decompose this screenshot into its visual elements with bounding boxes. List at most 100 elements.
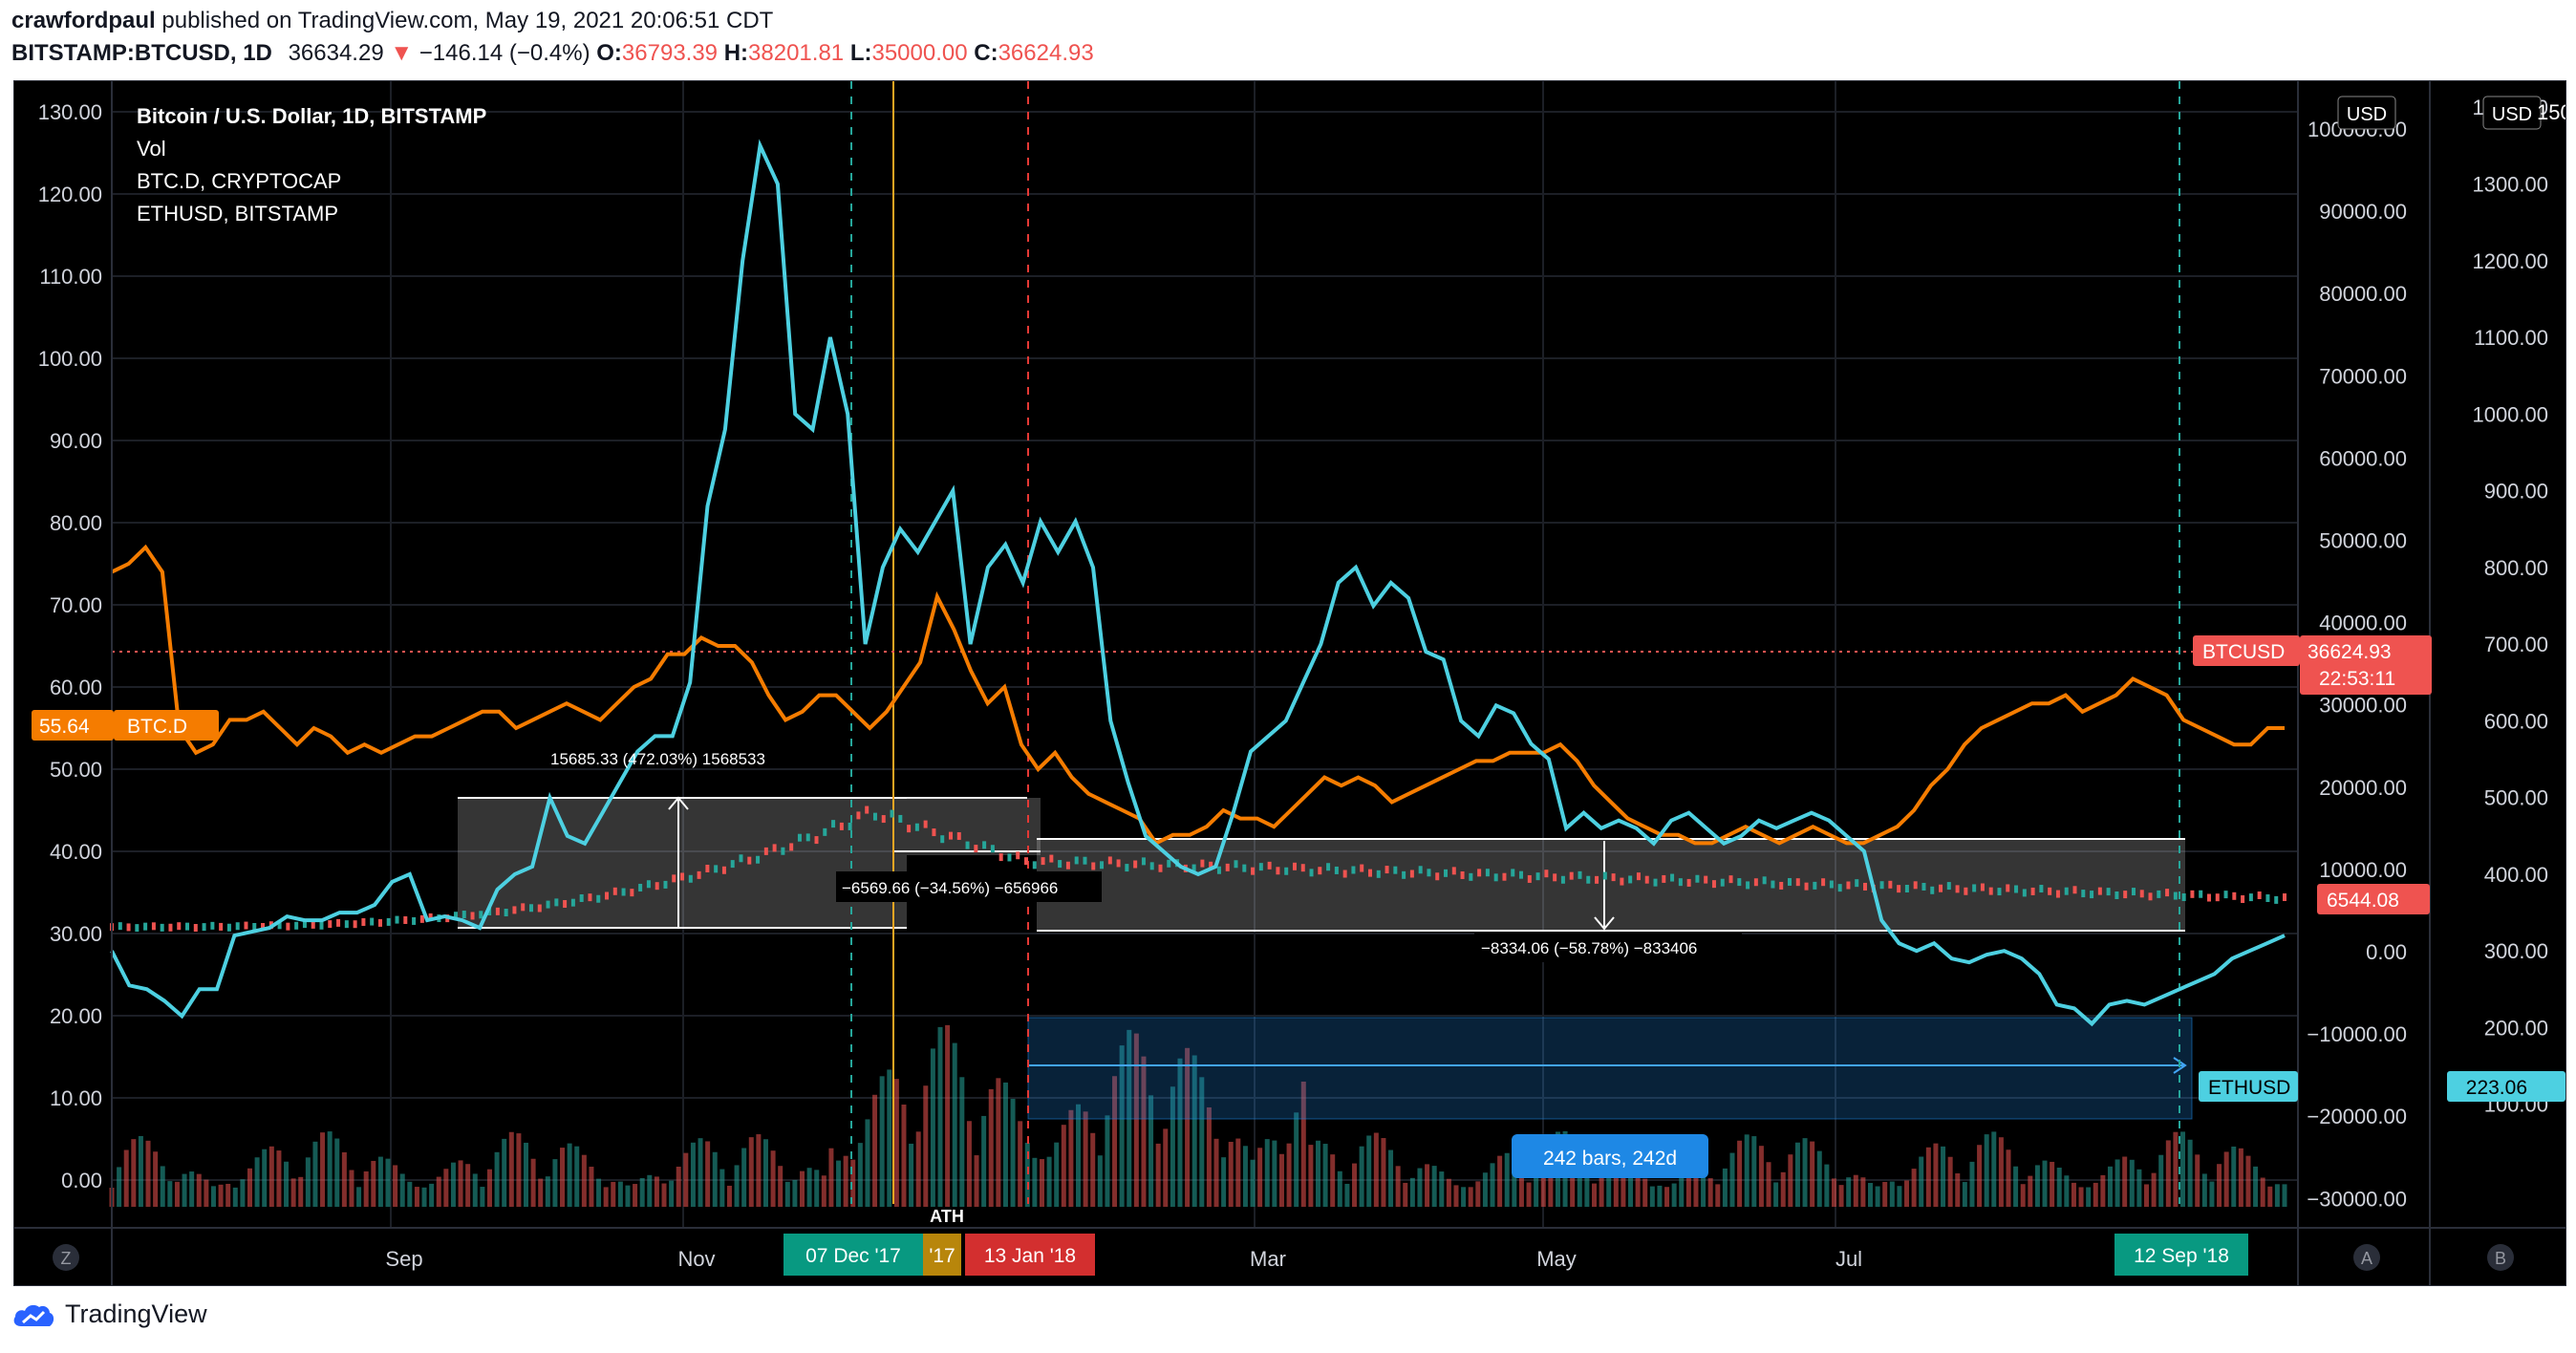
candle — [1711, 880, 1716, 889]
usd-unit-right[interactable]: USD — [2492, 104, 2532, 125]
candle — [1309, 869, 1314, 877]
btcusd-countdown: 22:53:11 — [2319, 668, 2395, 690]
candle — [2190, 890, 2195, 898]
volume-bar — [502, 1138, 507, 1207]
candle — [621, 888, 626, 896]
volume-bar — [123, 1149, 129, 1207]
volume-bar — [341, 1151, 347, 1207]
volume-bar — [276, 1150, 282, 1207]
volume-bar — [828, 1148, 834, 1207]
close-label: C: — [974, 40, 998, 66]
volume-bar — [2086, 1187, 2092, 1207]
volume-bar — [1802, 1138, 1808, 1207]
volume-bar — [1991, 1131, 1997, 1207]
candle — [1746, 881, 1750, 890]
btcd-series-line[interactable] — [111, 544, 2285, 846]
volume-bar — [1002, 1082, 1008, 1207]
volume-bar — [2151, 1172, 2157, 1207]
candle — [848, 822, 852, 830]
legend-eth[interactable]: ETHUSD, BITSTAMP — [137, 202, 338, 226]
volume-bar — [1018, 1121, 1023, 1207]
time-axis[interactable]: Sep Nov Mar May Jul — [385, 1247, 1862, 1271]
right-axis-tick: 1300.00 — [2472, 172, 2548, 196]
zoom-button-label[interactable]: Z — [61, 1249, 72, 1268]
volume-bar — [2223, 1151, 2229, 1207]
tradingview-logo[interactable]: TradingView — [11, 1299, 207, 1329]
measure-box-3[interactable] — [1037, 839, 2185, 931]
candle — [998, 853, 1003, 862]
volume-bar — [1751, 1136, 1757, 1207]
volume-bar — [879, 1076, 885, 1207]
volume-bar — [945, 1024, 951, 1207]
volume-bar — [1461, 1187, 1467, 1207]
volume-bar — [1933, 1143, 1939, 1207]
b-scale-label[interactable]: B — [2495, 1249, 2506, 1268]
ethusd-price-axis[interactable]: 1400.001300.001200.001100.001000.00900.0… — [2472, 96, 2548, 1117]
candle — [814, 836, 819, 845]
candle — [2248, 893, 2253, 902]
volume-bar — [2253, 1166, 2259, 1207]
volume-bar — [1794, 1142, 1800, 1207]
volume-bar — [996, 1078, 1001, 1207]
volume-bar — [1897, 1186, 1902, 1207]
volume-bar — [1446, 1178, 1451, 1207]
candle — [2097, 887, 2102, 895]
time-axis-tick: Sep — [385, 1247, 422, 1271]
btcusd-name-tag: BTCUSD — [2202, 641, 2285, 663]
volume-bar — [1090, 1132, 1096, 1207]
candle — [1216, 866, 1221, 874]
time-axis-tick: May — [1536, 1247, 1577, 1271]
measure-box-1[interactable] — [458, 798, 907, 928]
volume-bar — [1366, 1135, 1372, 1207]
volume-bar — [545, 1176, 550, 1207]
left-price-axis[interactable]: 130.00 120.00 110.00 100.00 90.00 80.00 70.00 6… — [38, 100, 102, 1192]
usd-unit-mid[interactable]: USD — [2347, 104, 2387, 125]
legend-main[interactable]: Bitcoin / U.S. Dollar, 1D, BITSTAMP — [137, 104, 486, 128]
volume-bar — [254, 1157, 260, 1207]
candle — [756, 855, 761, 864]
volume-bar — [1359, 1146, 1364, 1207]
volume-bar — [1163, 1128, 1169, 1207]
volume-bar — [1788, 1154, 1793, 1207]
legend-vol[interactable]: Vol — [137, 137, 166, 161]
volume-bar — [1242, 1146, 1248, 1207]
candle — [2241, 895, 2245, 904]
author-name[interactable]: crawfordpaul — [11, 8, 156, 33]
volume-bar — [2274, 1184, 2280, 1207]
chart-canvas[interactable]: 15685.33 (472.03%) 1568533 −6569.66 (−34… — [14, 81, 2565, 1285]
candle — [126, 923, 131, 932]
candle — [805, 833, 810, 842]
volume-bar — [138, 1135, 143, 1207]
volume-bar — [1315, 1140, 1320, 1207]
right-axis-top-partial: 1500 — [2537, 100, 2565, 124]
volume-bar — [1715, 1184, 1721, 1207]
volume-bar — [567, 1143, 572, 1207]
candle — [151, 922, 156, 931]
volume-bar — [1824, 1164, 1830, 1207]
candle — [1620, 877, 1624, 886]
candle — [1444, 869, 1449, 877]
volume-bar — [1860, 1177, 1866, 1207]
volume-bar — [2217, 1164, 2222, 1207]
left-axis-tick: 90.00 — [50, 429, 102, 453]
volume-bar — [538, 1178, 544, 1207]
volume-bar — [821, 1175, 826, 1207]
candle — [1107, 856, 1112, 865]
auto-scale-label[interactable]: A — [2361, 1249, 2372, 1268]
volume-bar — [800, 1170, 805, 1207]
legend-btcd[interactable]: BTC.D, CRYPTOCAP — [137, 169, 341, 193]
candle — [1342, 870, 1347, 878]
volume-bar — [1707, 1178, 1713, 1207]
candle — [1016, 851, 1020, 860]
volume-bar — [806, 1168, 812, 1207]
date-range-box[interactable] — [1027, 1017, 2193, 1120]
volume-bar — [2006, 1149, 2011, 1207]
volume-bar — [407, 1181, 413, 1207]
left-axis-tick: 60.00 — [50, 676, 102, 699]
chart-area[interactable]: 15685.33 (472.03%) 1568533 −6569.66 (−34… — [13, 80, 2566, 1286]
right-axis-tick: 400.00 — [2484, 863, 2548, 887]
measure2-label: −6569.66 (−34.56%) −656966 — [842, 879, 1058, 897]
volume-bar — [734, 1165, 740, 1207]
candle — [2106, 888, 2111, 896]
candle — [1360, 864, 1364, 872]
